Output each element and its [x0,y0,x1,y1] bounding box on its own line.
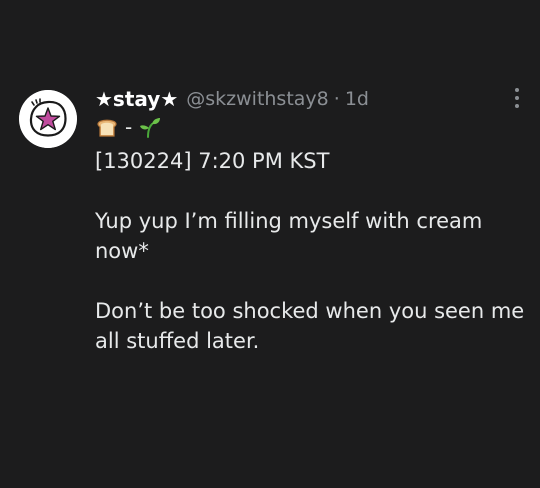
tweet-line-2: Don’t be too shocked when you seen me al… [95,299,525,353]
tweet[interactable]: ★stay★ @skzwithstay8 · 1d - [130224] 7:2… [0,0,540,488]
tweet-header: ★stay★ @skzwithstay8 · 1d [95,84,369,114]
seedling-icon [140,118,161,138]
bread-icon [97,119,117,137]
tweet-line-timestamp: [130224] 7:20 PM KST [95,149,330,173]
emoji-dash: - [125,115,133,139]
display-name[interactable]: ★stay★ [95,87,178,111]
separator: · [333,88,340,110]
tweet-text: [130224] 7:20 PM KST Yup yup I’m filling… [95,146,525,356]
emoji-line: - [95,114,162,140]
user-handle[interactable]: @skzwithstay8 [186,88,329,110]
tweet-line-1: Yup yup I’m filling myself with cream no… [95,209,483,263]
timestamp[interactable]: 1d [345,88,369,110]
avatar[interactable] [19,90,77,148]
more-vertical-icon[interactable] [508,86,526,110]
star-badge-icon [19,90,77,148]
